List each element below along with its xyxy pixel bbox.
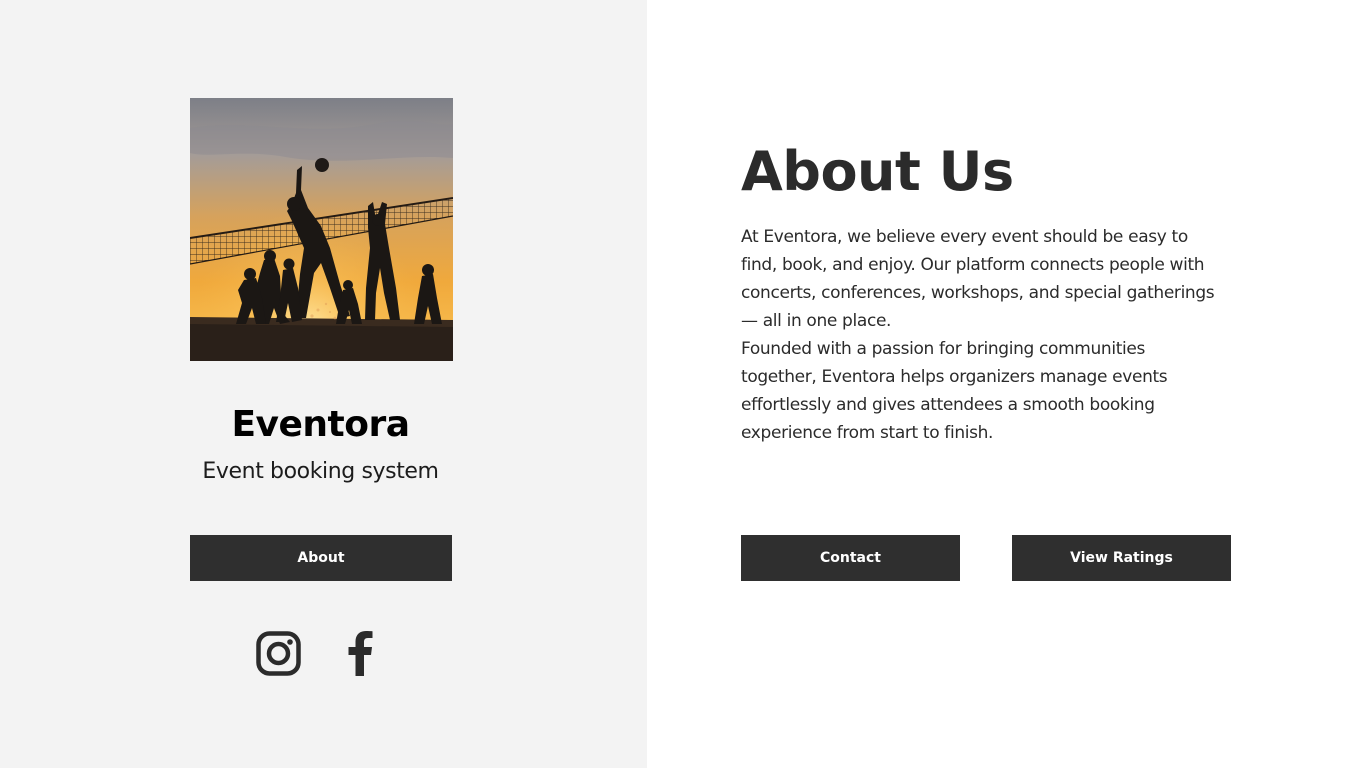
about-text: At Eventora, we believe every event shou… (741, 223, 1221, 447)
facebook-icon (348, 631, 373, 676)
instagram-icon (256, 631, 301, 676)
hero-image (190, 98, 453, 361)
view-ratings-button[interactable]: View Ratings (1012, 535, 1231, 581)
brand-panel: Eventora Event booking system About (0, 0, 647, 768)
facebook-link[interactable] (347, 631, 373, 676)
about-page: Eventora Event booking system About Abou… (0, 0, 1366, 768)
about-button[interactable]: About (190, 535, 452, 581)
about-title: About Us (741, 140, 1014, 203)
brand-name: Eventora (231, 404, 410, 445)
contact-button[interactable]: Contact (741, 535, 960, 581)
brand-tagline: Event booking system (202, 459, 439, 484)
instagram-link[interactable] (256, 631, 301, 676)
volleyball-sunset-photo (190, 98, 453, 361)
about-paragraph-1: At Eventora, we believe every event shou… (741, 227, 1215, 331)
about-paragraph-2: Founded with a passion for bringing comm… (741, 339, 1168, 443)
